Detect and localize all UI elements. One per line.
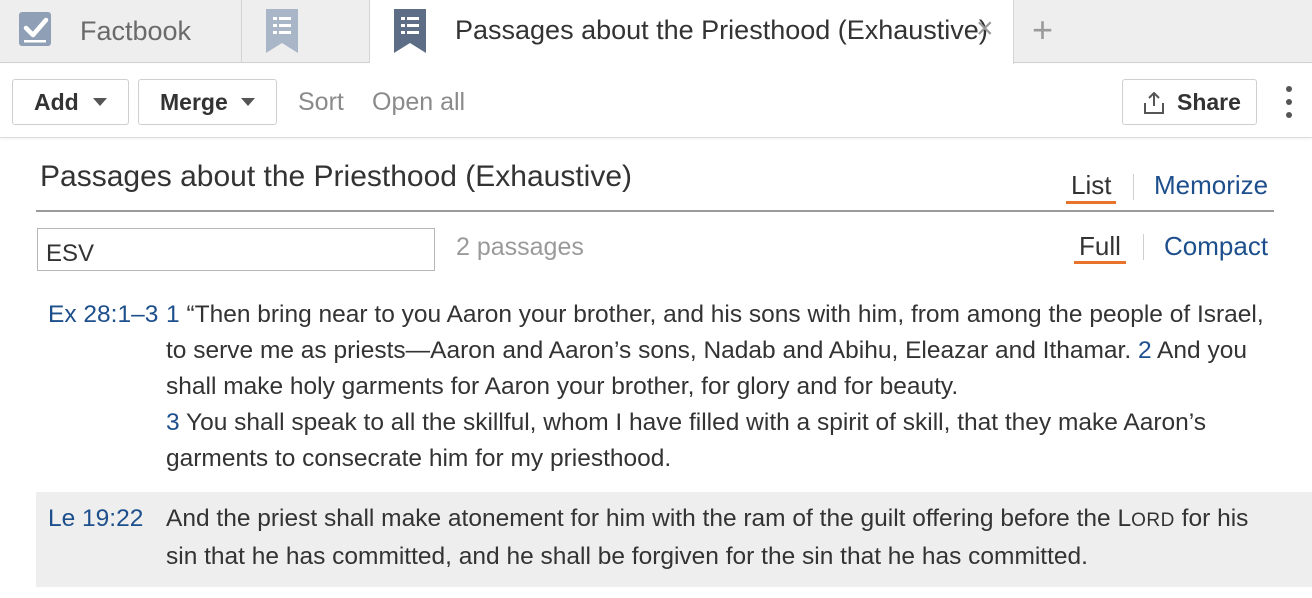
share-button[interactable]: Share <box>1122 79 1257 125</box>
chevron-down-icon <box>93 98 107 106</box>
checklist-icon <box>18 11 54 54</box>
share-button-label: Share <box>1177 89 1241 115</box>
passage-text: And the priest shall make atonement for … <box>166 501 1281 575</box>
tab-factbook-label: Factbook <box>80 16 192 46</box>
passage-text: 1 “Then bring near to you Aaron your bro… <box>166 297 1281 477</box>
chevron-down-icon <box>241 98 255 106</box>
tab-full-display[interactable]: Full <box>1079 231 1121 262</box>
add-button[interactable]: Add <box>12 79 129 125</box>
new-tab-icon[interactable]: + <box>1032 12 1053 48</box>
passage-reference-link[interactable]: Ex 28:1–3 <box>48 297 158 333</box>
verse-number[interactable]: 2 <box>1138 337 1152 364</box>
merge-button-label: Merge <box>160 89 228 115</box>
passage-count: 2 passages <box>456 233 584 261</box>
tab-bar: Factbook Passages about the Priesthood (… <box>0 0 1312 64</box>
tab-factbook[interactable]: Factbook <box>0 0 242 63</box>
verse-number[interactable]: 3 <box>166 409 180 436</box>
active-tab-underline <box>1074 261 1126 264</box>
verse-text: And the priest shall make atonement for … <box>166 505 1118 532</box>
divine-name: LORD <box>1117 505 1175 532</box>
bible-version-input[interactable] <box>37 228 435 271</box>
header-divider <box>36 210 1274 212</box>
verse-text: You shall speak to all the skillful, who… <box>166 409 1206 472</box>
more-vertical-icon[interactable] <box>1281 86 1297 120</box>
verse-text: “Then bring near to you Aaron your broth… <box>166 301 1264 364</box>
passage-row: Le 19:22 And the priest shall make atone… <box>36 492 1312 587</box>
tab-list-view[interactable]: List <box>1071 170 1111 201</box>
divider <box>1133 174 1134 200</box>
merge-button[interactable]: Merge <box>138 79 277 125</box>
tab-passages-priesthood[interactable]: Passages about the Priesthood (Exhaustiv… <box>370 0 1014 64</box>
bookmark-list-icon <box>394 9 426 58</box>
tab-compact-display[interactable]: Compact <box>1164 231 1268 262</box>
close-tab-icon[interactable]: × <box>976 14 994 44</box>
bookmark-list-icon <box>266 9 298 58</box>
divider <box>1143 234 1144 260</box>
verse-number[interactable]: 1 <box>166 301 180 328</box>
passage-row: Ex 28:1–3 1 “Then bring near to you Aaro… <box>36 297 1312 477</box>
tab-memorize-view[interactable]: Memorize <box>1154 170 1268 201</box>
active-tab-underline <box>1066 201 1116 204</box>
sort-button[interactable]: Sort <box>298 88 344 117</box>
page-title: Passages about the Priesthood (Exhaustiv… <box>40 160 633 193</box>
share-icon <box>1143 91 1165 121</box>
tab-passage-list[interactable] <box>242 0 370 63</box>
open-all-button[interactable]: Open all <box>372 88 465 117</box>
tab-active-label: Passages about the Priesthood (Exhaustiv… <box>455 15 988 45</box>
add-button-label: Add <box>34 89 79 115</box>
passage-reference-link[interactable]: Le 19:22 <box>48 501 143 537</box>
toolbar: Add Merge Sort Open all Share <box>0 64 1312 138</box>
